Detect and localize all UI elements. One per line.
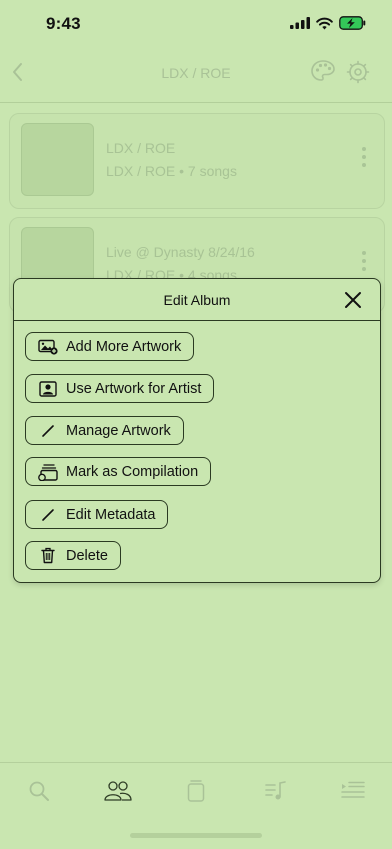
- trash-icon: [38, 547, 58, 565]
- signal-icon: [290, 17, 310, 29]
- home-indicator: [130, 833, 262, 838]
- palette-icon: [311, 60, 335, 81]
- manage-artwork-button[interactable]: Manage Artwork: [25, 416, 184, 445]
- search-icon: [29, 781, 49, 801]
- close-button[interactable]: [344, 291, 362, 309]
- queue-list-icon: [341, 781, 365, 798]
- close-icon: [345, 292, 361, 308]
- status-time: 9:43: [46, 14, 81, 33]
- more-options-icon[interactable]: [362, 251, 366, 275]
- use-artwork-for-artist-button[interactable]: Use Artwork for Artist: [25, 374, 215, 403]
- compilation-icon: [38, 463, 58, 481]
- edit-album-modal: Edit Album Add More Artwork Use Artwork …: [13, 278, 381, 583]
- pencil-icon: [38, 506, 58, 524]
- queue-tab[interactable]: [338, 777, 368, 805]
- songs-tab[interactable]: [261, 777, 291, 805]
- status-icons: [290, 16, 366, 30]
- action-label: Mark as Compilation: [66, 463, 199, 480]
- action-label: Edit Metadata: [66, 506, 156, 523]
- modal-title: Edit Album: [163, 292, 231, 308]
- theme-button[interactable]: [310, 59, 336, 88]
- artists-tab[interactable]: [102, 777, 134, 805]
- wifi-icon: [316, 17, 333, 29]
- image-add-icon: [38, 338, 58, 356]
- action-label: Add More Artwork: [66, 338, 182, 355]
- action-label: Manage Artwork: [66, 422, 171, 439]
- settings-button[interactable]: [346, 60, 370, 89]
- more-options-icon[interactable]: [362, 147, 366, 171]
- action-label: Use Artwork for Artist: [66, 380, 202, 397]
- gear-icon: [346, 60, 370, 84]
- music-list-icon: [265, 781, 286, 800]
- album-title: LDX / ROE: [106, 140, 176, 156]
- mark-as-compilation-button[interactable]: Mark as Compilation: [25, 457, 212, 486]
- people-icon: [104, 781, 132, 801]
- action-label: Delete: [66, 547, 108, 564]
- album-card[interactable]: LDX / ROE LDX / ROE • 7 songs: [9, 113, 385, 209]
- battery-charging-icon: [339, 16, 366, 30]
- album-title: Live @ Dynasty 8/24/16: [106, 244, 255, 260]
- modal-header: Edit Album: [14, 279, 380, 321]
- person-portrait-icon: [38, 380, 58, 398]
- nav-divider: [0, 102, 392, 103]
- album-stack-icon: [187, 780, 205, 802]
- search-tab[interactable]: [24, 777, 54, 805]
- album-artwork: [21, 123, 94, 196]
- add-more-artwork-button[interactable]: Add More Artwork: [25, 332, 195, 361]
- albums-tab[interactable]: [181, 777, 211, 805]
- pencil-icon: [38, 422, 58, 440]
- album-subtitle: LDX / ROE • 7 songs: [106, 163, 237, 179]
- nav-bar: LDX / ROE: [0, 50, 392, 98]
- edit-metadata-button[interactable]: Edit Metadata: [25, 500, 169, 529]
- delete-button[interactable]: Delete: [25, 541, 121, 570]
